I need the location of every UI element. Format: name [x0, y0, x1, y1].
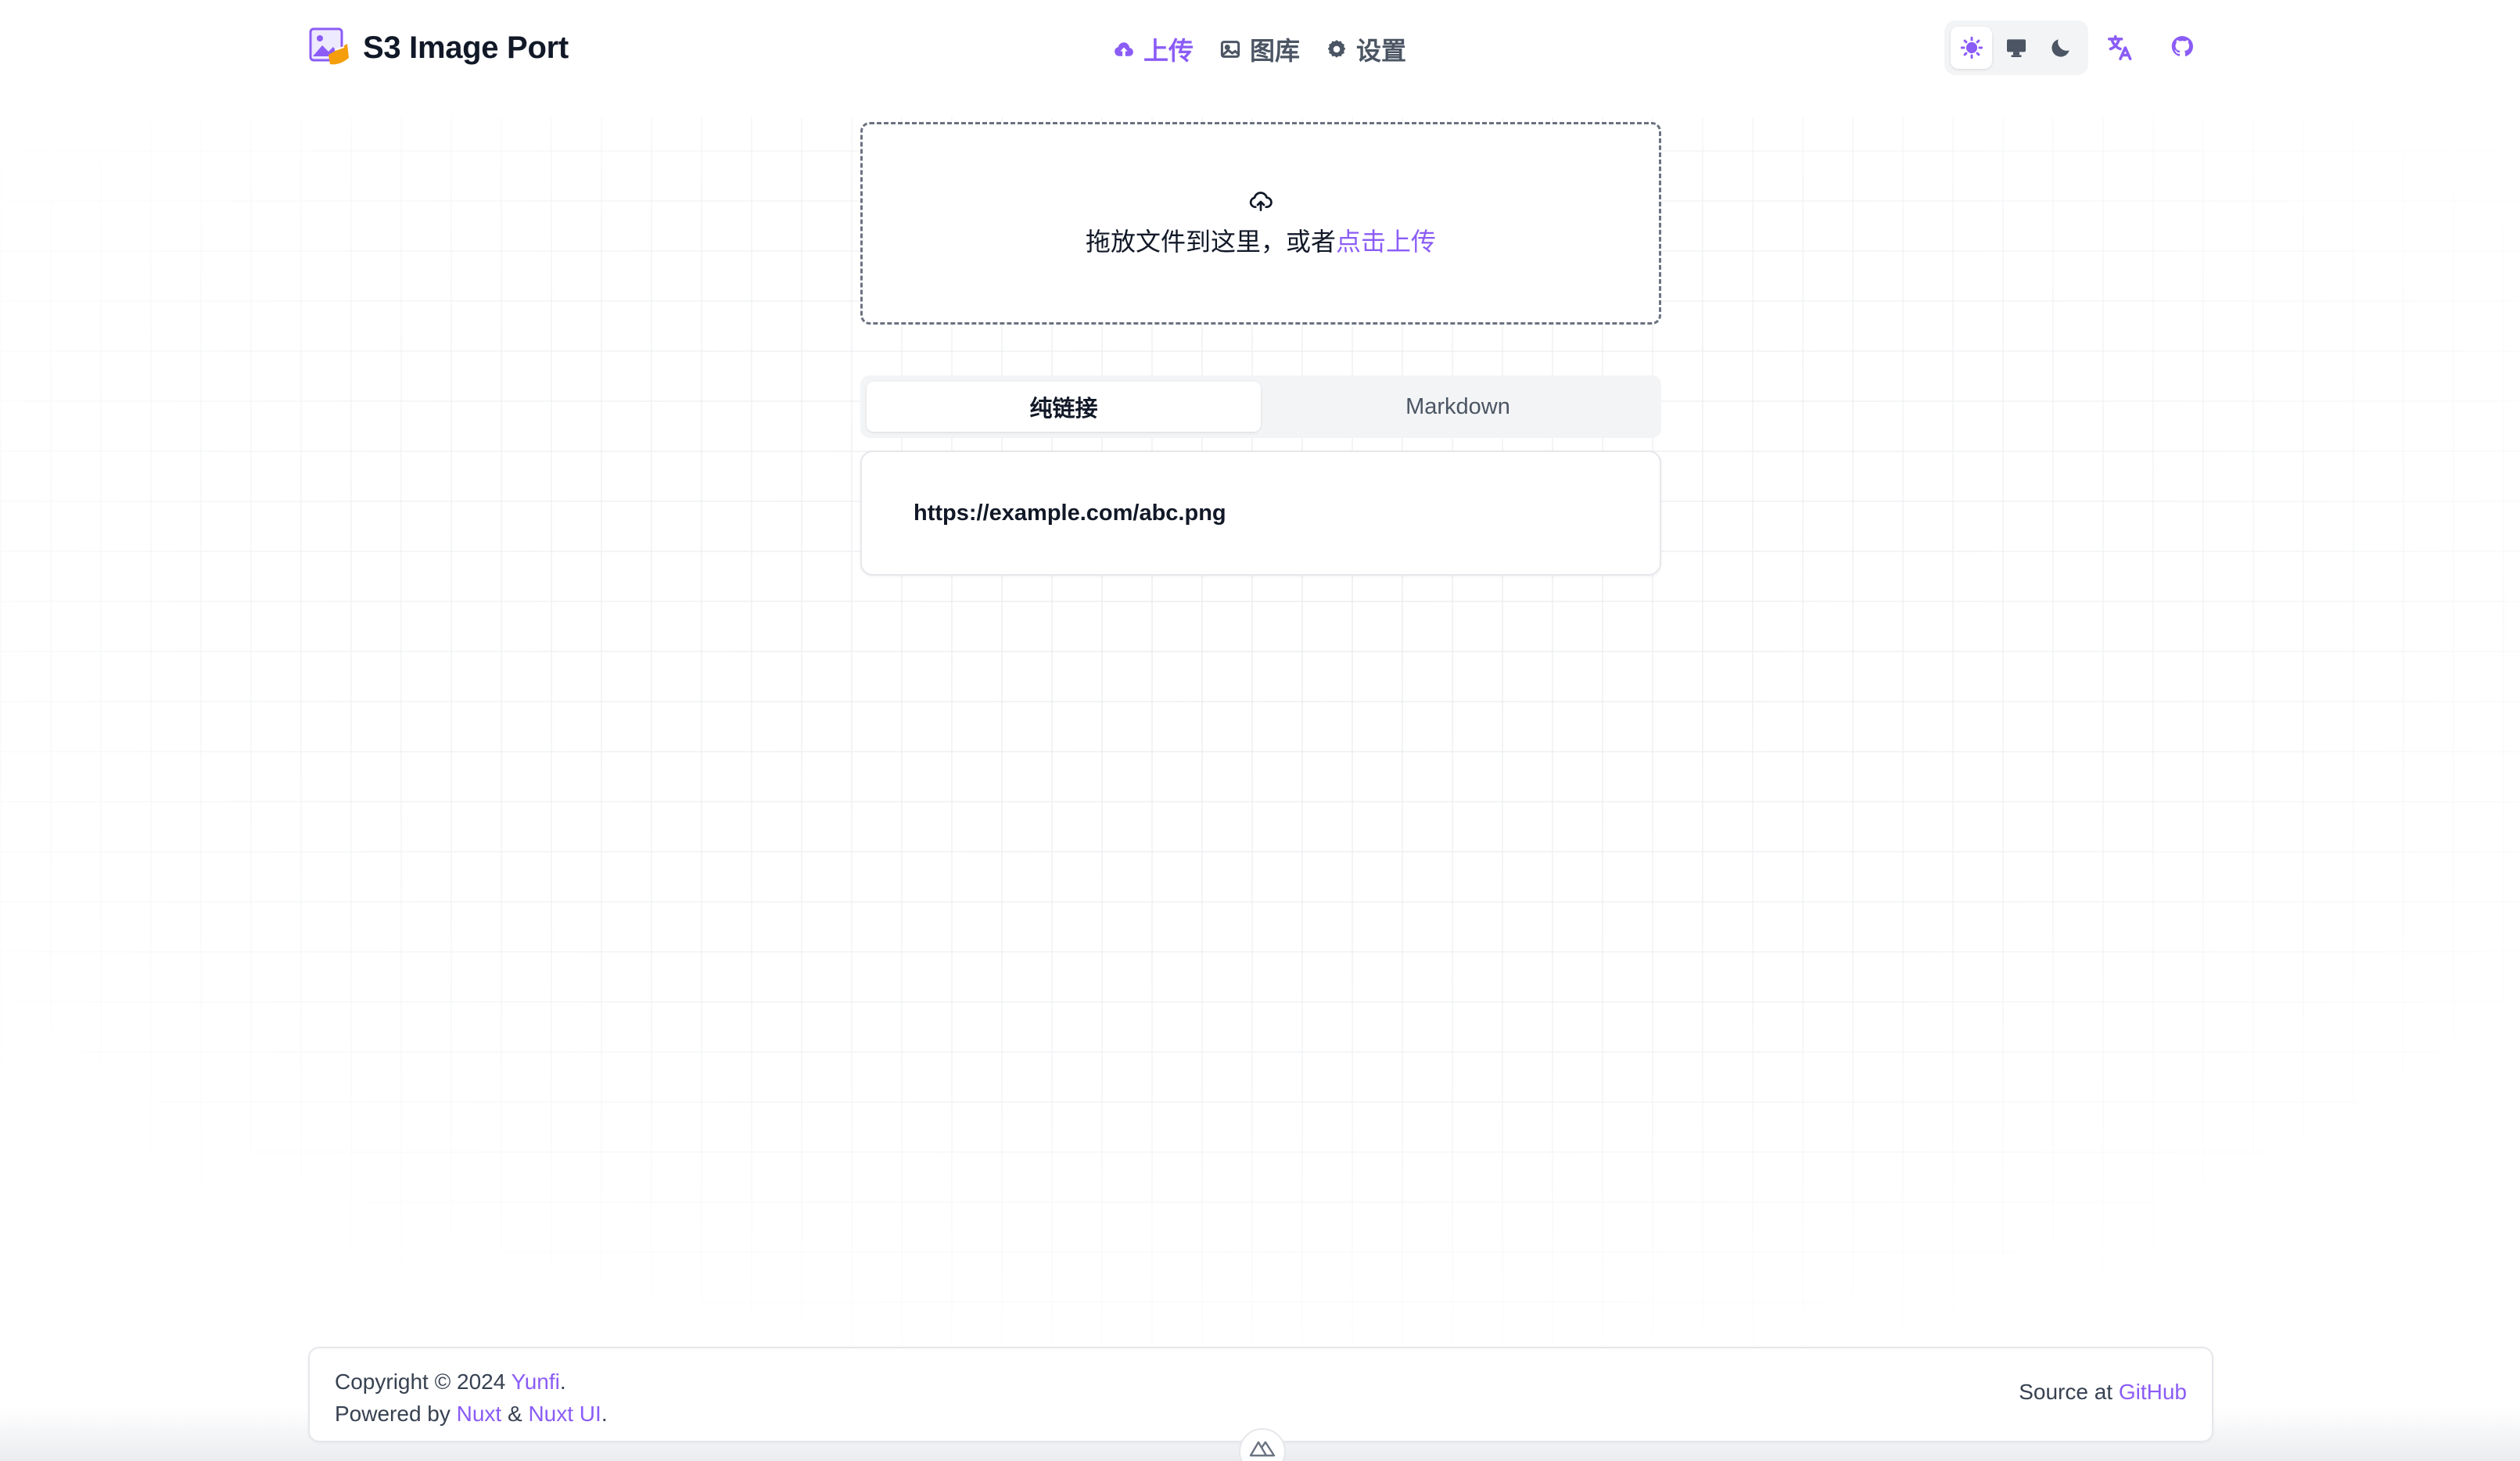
- theme-system-button[interactable]: [1995, 27, 2037, 69]
- tab-plain-link[interactable]: 纯链接: [867, 382, 1261, 432]
- nav-gallery-label: 图库: [1250, 37, 1301, 65]
- footer-source: Source at GitHub: [2019, 1380, 2187, 1405]
- language-button[interactable]: [2099, 27, 2141, 69]
- main-nav: 上传 图库 设置: [1112, 31, 1406, 67]
- theme-dark-button[interactable]: [2041, 27, 2082, 69]
- gear-icon: [1327, 40, 1346, 58]
- translate-icon: [2108, 35, 2132, 60]
- powered-by-line: Powered by Nuxt & Nuxt UI.: [335, 1398, 608, 1430]
- upload-cloud-icon: [1249, 191, 1273, 211]
- nav-settings-label: 设置: [1356, 37, 1407, 65]
- github-link[interactable]: GitHub: [2119, 1380, 2187, 1404]
- footer-credits: Copyright © 2024 Yunfi. Powered by Nuxt …: [335, 1366, 608, 1430]
- nuxt-icon: [1249, 1441, 1276, 1457]
- powered-period: .: [601, 1402, 608, 1426]
- github-icon: [2171, 35, 2193, 56]
- author-link[interactable]: Yunfi: [512, 1369, 560, 1394]
- nuxt-link[interactable]: Nuxt: [457, 1402, 502, 1426]
- upload-prompt: 拖放文件到这里，或者点击上传: [1086, 222, 1436, 258]
- upload-prompt-text: 拖放文件到这里，或者: [1085, 227, 1336, 256]
- github-button[interactable]: [2162, 27, 2204, 69]
- source-text: Source at: [2019, 1380, 2119, 1404]
- monitor-icon: [2006, 39, 2026, 57]
- nuxt-ui-link[interactable]: Nuxt UI: [528, 1402, 601, 1426]
- upload-cloud-icon: [1115, 42, 1133, 56]
- sun-icon: [1960, 36, 1983, 59]
- nav-settings[interactable]: 设置: [1325, 31, 1406, 67]
- result-card: https://example.com/abc.png: [860, 451, 1661, 576]
- powered-by-text: Powered by: [335, 1402, 457, 1426]
- upload-dropzone[interactable]: 拖放文件到这里，或者点击上传: [860, 122, 1661, 325]
- click-upload-link[interactable]: 点击上传: [1336, 228, 1436, 256]
- nav-upload-label: 上传: [1143, 37, 1194, 65]
- result-url[interactable]: https://example.com/abc.png: [914, 501, 1226, 526]
- nav-upload[interactable]: 上传: [1112, 31, 1194, 67]
- nav-gallery[interactable]: 图库: [1219, 31, 1300, 67]
- app-logo-icon: [309, 27, 349, 65]
- theme-switch: [1944, 20, 2088, 75]
- image-icon: [1220, 41, 1240, 58]
- moon-icon: [2052, 39, 2069, 57]
- app-title: S3 Image Port: [363, 30, 569, 65]
- brand[interactable]: S3 Image Port: [308, 27, 569, 69]
- copyright-text: Copyright © 2024: [335, 1369, 512, 1394]
- header: S3 Image Port 上传 图库 设置: [308, 20, 2212, 75]
- tab-markdown[interactable]: Markdown: [1261, 382, 1655, 432]
- ampersand: &: [501, 1402, 529, 1426]
- copyright-line: Copyright © 2024 Yunfi.: [335, 1366, 608, 1398]
- theme-light-button[interactable]: [1951, 27, 1993, 69]
- result-format-tabs: 纯链接 Markdown: [860, 375, 1661, 438]
- copyright-period: .: [559, 1369, 566, 1394]
